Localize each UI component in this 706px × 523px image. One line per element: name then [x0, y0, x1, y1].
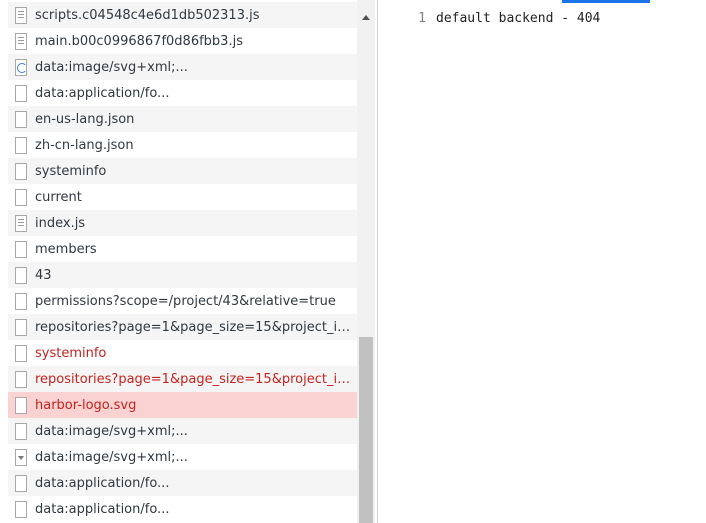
request-name: data:application/fo... [35, 475, 170, 491]
request-row[interactable]: members [8, 236, 357, 262]
request-row[interactable]: data:image/svg+xml;... [8, 418, 357, 444]
request-name: systeminfo [35, 163, 107, 179]
request-row[interactable]: repositories?page=1&page_size=15&project… [8, 314, 357, 340]
request-list: scripts.c04548c4e6d1db502313.js main.b00c… [0, 0, 357, 523]
document-file-icon [15, 292, 27, 310]
document-file-icon [15, 318, 27, 336]
request-row[interactable]: scripts.c04548c4e6d1db502313.js [8, 2, 357, 28]
request-name: main.b00c0996867f0d86fbb3.js [35, 33, 243, 49]
document-file-icon [15, 188, 27, 206]
request-row[interactable]: zh-cn-lang.json [8, 132, 357, 158]
request-row[interactable]: data:image/svg+xml;... [8, 54, 357, 80]
script-file-icon [15, 6, 27, 24]
loading-image-icon [15, 58, 27, 76]
request-name: repositories?page=1&page_size=15&project… [35, 319, 357, 335]
request-name: data:image/svg+xml;... [35, 59, 188, 75]
request-row[interactable]: current [8, 184, 357, 210]
request-name: members [35, 241, 97, 257]
request-row[interactable]: 43 [8, 262, 357, 288]
request-name: permissions?scope=/project/43&relative=t… [35, 293, 336, 309]
request-name: 43 [35, 267, 52, 283]
request-name: zh-cn-lang.json [35, 137, 134, 153]
image-file-icon [15, 448, 27, 466]
request-row[interactable]: index.js [8, 210, 357, 236]
request-name: data:image/svg+xml;... [35, 449, 188, 465]
document-file-icon [15, 474, 27, 492]
request-name: data:application/fo... [35, 85, 170, 101]
document-file-icon [15, 110, 27, 128]
document-file-icon [15, 84, 27, 102]
document-file-icon [15, 422, 27, 440]
request-row[interactable]: repositories?page=1&page_size=15&project… [8, 366, 357, 392]
request-row[interactable]: data:application/fo... [8, 80, 357, 106]
line-number: 1 [418, 11, 426, 26]
scrollbar-thumb[interactable] [359, 337, 373, 523]
script-file-icon [15, 214, 27, 232]
devtools-network-view: scripts.c04548c4e6d1db502313.js main.b00c… [0, 0, 706, 523]
request-row[interactable]: harbor-logo.svg [8, 392, 357, 418]
request-name: harbor-logo.svg [35, 397, 137, 413]
request-row[interactable]: data:application/fo... [8, 470, 357, 496]
script-file-icon [15, 32, 27, 50]
request-name: en-us-lang.json [35, 111, 135, 127]
request-row[interactable]: permissions?scope=/project/43&relative=t… [8, 288, 357, 314]
document-file-icon [15, 162, 27, 180]
request-row[interactable]: main.b00c0996867f0d86fbb3.js [8, 28, 357, 54]
document-file-icon [15, 266, 27, 284]
response-text[interactable]: default backend - 404 [436, 11, 600, 26]
request-row[interactable]: data:application/fo... [8, 496, 357, 522]
request-name: scripts.c04548c4e6d1db502313.js [35, 7, 260, 23]
request-row[interactable]: en-us-lang.json [8, 106, 357, 132]
document-file-icon [15, 396, 27, 414]
request-row[interactable]: systeminfo [8, 158, 357, 184]
request-name: repositories?page=1&page_size=15&project… [35, 371, 357, 387]
document-file-icon [15, 500, 27, 518]
code-line: 1 default backend - 404 [378, 11, 706, 29]
request-name: data:application/fo... [35, 501, 170, 517]
document-file-icon [15, 136, 27, 154]
request-name: data:image/svg+xml;... [35, 423, 188, 439]
document-file-icon [15, 370, 27, 388]
scroll-up-arrow-icon[interactable] [357, 8, 375, 26]
response-panel: 1 default backend - 404 [378, 0, 706, 523]
active-tab-indicator [562, 0, 650, 3]
request-list-scrollbar[interactable] [357, 0, 375, 523]
request-row[interactable]: systeminfo [8, 340, 357, 366]
request-name: index.js [35, 215, 86, 231]
document-file-icon [15, 240, 27, 258]
request-name: current [35, 189, 82, 205]
request-row[interactable]: data:image/svg+xml;... [8, 444, 357, 470]
document-file-icon [15, 344, 27, 362]
request-name: systeminfo [35, 345, 107, 361]
